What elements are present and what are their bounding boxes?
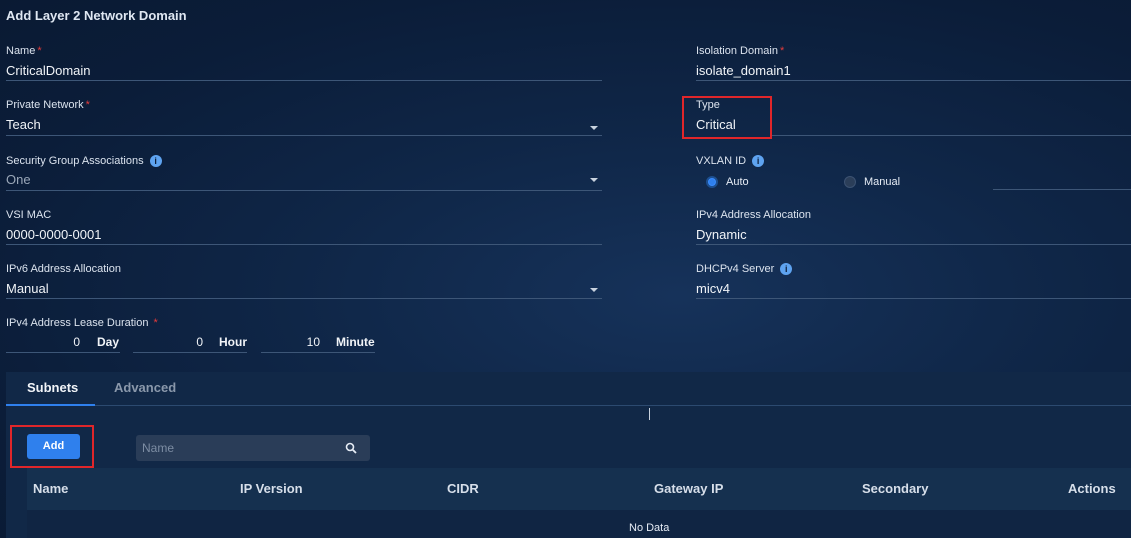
column-header-actions: Actions: [1068, 481, 1116, 496]
vxlan-auto-radio[interactable]: [706, 176, 718, 188]
type-underline: [772, 135, 1131, 136]
column-header-name: Name: [33, 481, 69, 496]
ipv4-alloc-value: Dynamic: [696, 227, 747, 242]
subnets-table-header: [27, 468, 1131, 510]
tab-advanced[interactable]: Advanced: [114, 380, 176, 395]
chevron-down-icon[interactable]: [590, 178, 598, 182]
lease-minute-underline: [261, 352, 375, 353]
vxlan-id-label: VXLAN ID i: [696, 155, 765, 168]
add-button[interactable]: Add: [27, 434, 80, 459]
form-title: Add Layer 2 Network Domain: [6, 8, 187, 23]
name-label: Name *: [6, 45, 42, 57]
security-group-label: Security Group Associations i: [6, 155, 162, 168]
vxlan-manual-label[interactable]: Manual: [864, 176, 900, 188]
text-cursor: [649, 408, 650, 420]
isolation-domain-label: Isolation Domain *: [696, 45, 785, 57]
info-icon[interactable]: i: [149, 155, 162, 168]
subnets-table-body: [27, 510, 1131, 538]
lease-hour-underline: [133, 352, 247, 353]
lease-day-unit: Day: [97, 335, 120, 349]
lease-minute-unit: Minute: [336, 335, 375, 349]
column-header-ip-version: IP Version: [240, 481, 303, 496]
isolation-domain-underline: [696, 80, 1131, 81]
dhcpv4-server-input[interactable]: micv4: [696, 281, 730, 296]
tab-active-indicator: [6, 404, 95, 406]
search-icon[interactable]: [345, 442, 357, 454]
column-header-secondary: Secondary: [862, 481, 929, 496]
lease-day-underline: [6, 352, 120, 353]
required-mark: *: [153, 317, 158, 329]
info-icon[interactable]: i: [752, 155, 765, 168]
isolation-domain-input[interactable]: isolate_domain1: [696, 63, 791, 78]
name-underline: [6, 80, 602, 81]
vsi-mac-input[interactable]: 0000-0000-0001: [6, 227, 101, 242]
vsi-mac-label: VSI MAC: [6, 209, 52, 221]
lease-hour-unit: Hour: [219, 335, 247, 349]
name-input[interactable]: CriticalDomain: [6, 63, 91, 78]
ipv6-alloc-select[interactable]: Manual: [6, 281, 49, 296]
vxlan-auto-label[interactable]: Auto: [726, 176, 749, 188]
private-network-underline: [6, 135, 602, 136]
lease-duration-label: IPv4 Address Lease Duration *: [6, 317, 158, 329]
column-header-cidr: CIDR: [447, 481, 479, 496]
tab-subnets[interactable]: Subnets: [27, 380, 78, 395]
private-network-select[interactable]: Teach: [6, 117, 41, 132]
security-group-select[interactable]: One: [6, 172, 31, 187]
chevron-down-icon[interactable]: [590, 288, 598, 292]
type-value: Critical: [696, 117, 736, 132]
vxlan-manual-underline: [993, 189, 1131, 190]
search-placeholder: Name: [142, 441, 175, 455]
info-icon[interactable]: i: [780, 263, 793, 276]
vsi-mac-underline: [6, 244, 602, 245]
required-mark: *: [779, 45, 785, 57]
lease-hour-input[interactable]: 0: [133, 335, 203, 349]
tab-divider: [6, 405, 1131, 406]
security-group-underline: [6, 190, 602, 191]
type-label: Type: [696, 99, 720, 111]
ipv6-alloc-label: IPv6 Address Allocation: [6, 263, 121, 275]
vxlan-manual-radio[interactable]: [844, 176, 856, 188]
dhcpv4-server-underline: [696, 298, 1131, 299]
column-header-gateway-ip: Gateway IP: [654, 481, 724, 496]
lease-day-input[interactable]: 0: [6, 335, 80, 349]
dhcpv4-server-label: DHCPv4 Server i: [696, 263, 793, 276]
ipv6-alloc-underline: [6, 298, 602, 299]
chevron-down-icon[interactable]: [590, 126, 598, 130]
lease-minute-input[interactable]: 10: [261, 335, 320, 349]
ipv4-alloc-label: IPv4 Address Allocation: [696, 209, 811, 221]
required-mark: *: [85, 99, 90, 111]
required-mark: *: [37, 45, 42, 57]
empty-state-text: No Data: [629, 522, 670, 534]
private-network-label: Private Network *: [6, 99, 90, 111]
ipv4-alloc-underline: [696, 244, 1131, 245]
subnet-search-input[interactable]: Name: [136, 435, 370, 461]
